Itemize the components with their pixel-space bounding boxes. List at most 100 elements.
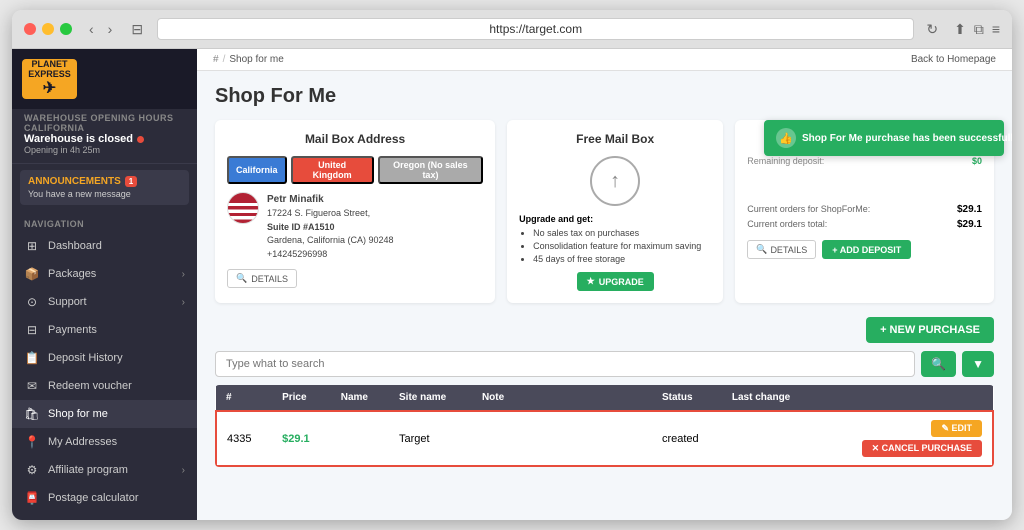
col-note: Note (472, 385, 652, 411)
col-name: Name (331, 385, 389, 411)
nav-arrows: ‹ › (84, 19, 117, 39)
sidebar-item-payments[interactable]: ⊟ Payments (12, 316, 197, 344)
deposit-details-button[interactable]: 🔍 DETAILS (747, 240, 816, 259)
cancel-purchase-button[interactable]: ✕ CANCEL PURCHASE (862, 440, 982, 457)
freebox-benefits-list: No sales tax on purchases Consolidation … (519, 228, 711, 264)
row-name (331, 411, 389, 466)
search-button[interactable]: 🔍 (921, 351, 956, 377)
address-city: Gardena, California (CA) 90248 (267, 234, 394, 248)
tab-overview-button[interactable]: ⊟ (125, 19, 149, 40)
duplicate-button[interactable]: ⧉ (974, 21, 984, 38)
maximize-button[interactable] (60, 23, 72, 35)
address-suite: Suite ID #A1510 (267, 221, 394, 235)
back-button[interactable]: ‹ (84, 19, 99, 39)
search-row: 🔍 ▼ (215, 351, 994, 377)
back-to-homepage-link[interactable]: Back to Homepage (911, 54, 996, 65)
table-body: 4335 $29.1 Target created ✎ EDIT ✕ CANCE… (216, 411, 993, 466)
mailbox-card: Mail Box Address California United Kingd… (215, 120, 495, 303)
sidebar-toggle-button[interactable]: ≡ (992, 21, 1000, 38)
status-dot-icon (137, 136, 144, 143)
row-actions: ✎ EDIT ✕ CANCEL PURCHASE (819, 411, 993, 466)
upgrade-button[interactable]: ★ UPGRADE (577, 272, 654, 291)
sidebar-item-label: Redeem voucher (48, 380, 132, 392)
benefit-3: 45 days of free storage (533, 254, 711, 264)
mailbox-address-row: Petr Minafik 17224 S. Figueroa Street, S… (227, 192, 483, 261)
main-content: # / Shop for me Back to Homepage Shop Fo… (197, 49, 1012, 520)
col-site: Site name (389, 385, 472, 411)
logo-line2: EXPRESS (28, 70, 71, 80)
sidebar-item-announcements[interactable]: 📣 Announcements (12, 512, 197, 520)
deposit-remaining-row: Remaining deposit: $0 (747, 156, 982, 166)
sidebar-item-support[interactable]: ⊙ Support › (12, 288, 197, 316)
logo-plane-icon: ✈ (43, 80, 56, 98)
announcements-message: You have a new message (28, 189, 181, 199)
mailbox-card-title: Mail Box Address (227, 132, 483, 146)
sidebar-item-label: Deposit History (48, 352, 123, 364)
calculator-icon: 📮 (24, 491, 40, 505)
sidebar-item-my-addresses[interactable]: 📍 My Addresses (12, 428, 197, 456)
sidebar-item-dashboard[interactable]: ⊞ Dashboard (12, 232, 197, 260)
warehouse-title: WAREHOUSE OPENING HOURS CALIFORNIA (24, 113, 185, 133)
new-purchase-button[interactable]: + NEW PURCHASE (866, 317, 994, 343)
chevron-right-icon: › (182, 297, 185, 308)
search-input[interactable] (215, 351, 915, 377)
sidebar-item-label: Affiliate program (48, 464, 128, 476)
tab-oregon[interactable]: Oregon (No sales tax) (378, 156, 483, 184)
actions-bar: + NEW PURCHASE (215, 317, 994, 343)
remaining-label: Remaining deposit: (747, 156, 824, 166)
table-row: 4335 $29.1 Target created ✎ EDIT ✕ CANCE… (216, 411, 993, 466)
announcements-badge: 1 (125, 176, 137, 187)
deposit-history-icon: 📋 (24, 351, 40, 365)
tab-california[interactable]: California (227, 156, 287, 184)
sidebar-item-shop-for-me[interactable]: 🛍 Shop for me (12, 400, 197, 428)
sidebar-item-redeem-voucher[interactable]: ✉ Redeem voucher (12, 372, 197, 400)
logo: PLANET EXPRESS ✈ (22, 59, 77, 99)
nav-section-label: NAVIGATION (12, 211, 197, 232)
sidebar-item-label: Support (48, 296, 87, 308)
deposit-card: Deposit Remaining deposit: $0 👍 Shop For… (735, 120, 994, 303)
traffic-lights (24, 23, 72, 35)
chevron-right-icon: › (182, 465, 185, 476)
forward-button[interactable]: › (103, 19, 118, 39)
benefit-1: No sales tax on purchases (533, 228, 711, 238)
share-button[interactable]: ⬆ (954, 21, 966, 38)
row-site: Target (389, 411, 472, 466)
edit-button[interactable]: ✎ EDIT (931, 420, 982, 437)
breadcrumb-home-link[interactable]: # (213, 54, 219, 65)
address-line1: 17224 S. Figueroa Street, (267, 207, 394, 221)
row-action-buttons: ✎ EDIT ✕ CANCEL PURCHASE (829, 420, 982, 457)
sidebar-item-postage-calculator[interactable]: 📮 Postage calculator (12, 484, 197, 512)
minimize-button[interactable] (42, 23, 54, 35)
row-price: $29.1 (272, 411, 331, 466)
table-header: # Price Name Site name Note Status Last … (216, 385, 993, 411)
tab-uk[interactable]: United Kingdom (291, 156, 374, 184)
upgrade-label: Upgrade and get: (519, 214, 711, 224)
sidebar-item-deposit-history[interactable]: 📋 Deposit History (12, 344, 197, 372)
breadcrumb-separator: / (223, 54, 226, 65)
page-content: Shop For Me Mail Box Address California … (197, 71, 1012, 520)
row-note (472, 411, 652, 466)
mailbox-details-button[interactable]: 🔍 DETAILS (227, 269, 297, 288)
address-bar[interactable] (157, 18, 914, 40)
sidebar-item-label: Shop for me (48, 408, 108, 420)
reload-icon[interactable]: ↻ (926, 21, 938, 38)
filter-button[interactable]: ▼ (962, 351, 994, 377)
logo-area: PLANET EXPRESS ✈ (12, 49, 197, 109)
announcements-area[interactable]: ANNOUNCEMENTS 1 You have a new message (20, 170, 189, 205)
add-deposit-button[interactable]: + ADD DEPOSIT (822, 240, 911, 259)
page-title: Shop For Me (215, 85, 994, 108)
sidebar: PLANET EXPRESS ✈ WAREHOUSE OPENING HOURS… (12, 49, 197, 520)
sidebar-item-label: Postage calculator (48, 492, 139, 504)
warehouse-opening: Opening in 4h 25m (24, 145, 185, 155)
warehouse-status: Warehouse is closed (24, 133, 185, 145)
col-price: Price (272, 385, 331, 411)
shop-icon: 🛍 (24, 407, 40, 421)
address-details: Petr Minafik 17224 S. Figueroa Street, S… (267, 192, 394, 261)
browser-actions: ⬆ ⧉ ≡ (954, 21, 1000, 38)
sidebar-item-affiliate[interactable]: ⚙ Affiliate program › (12, 456, 197, 484)
col-actions (819, 385, 993, 411)
sidebar-item-packages[interactable]: 📦 Packages › (12, 260, 197, 288)
close-button[interactable] (24, 23, 36, 35)
support-icon: ⊙ (24, 295, 40, 309)
remaining-amount: $0 (972, 156, 982, 166)
